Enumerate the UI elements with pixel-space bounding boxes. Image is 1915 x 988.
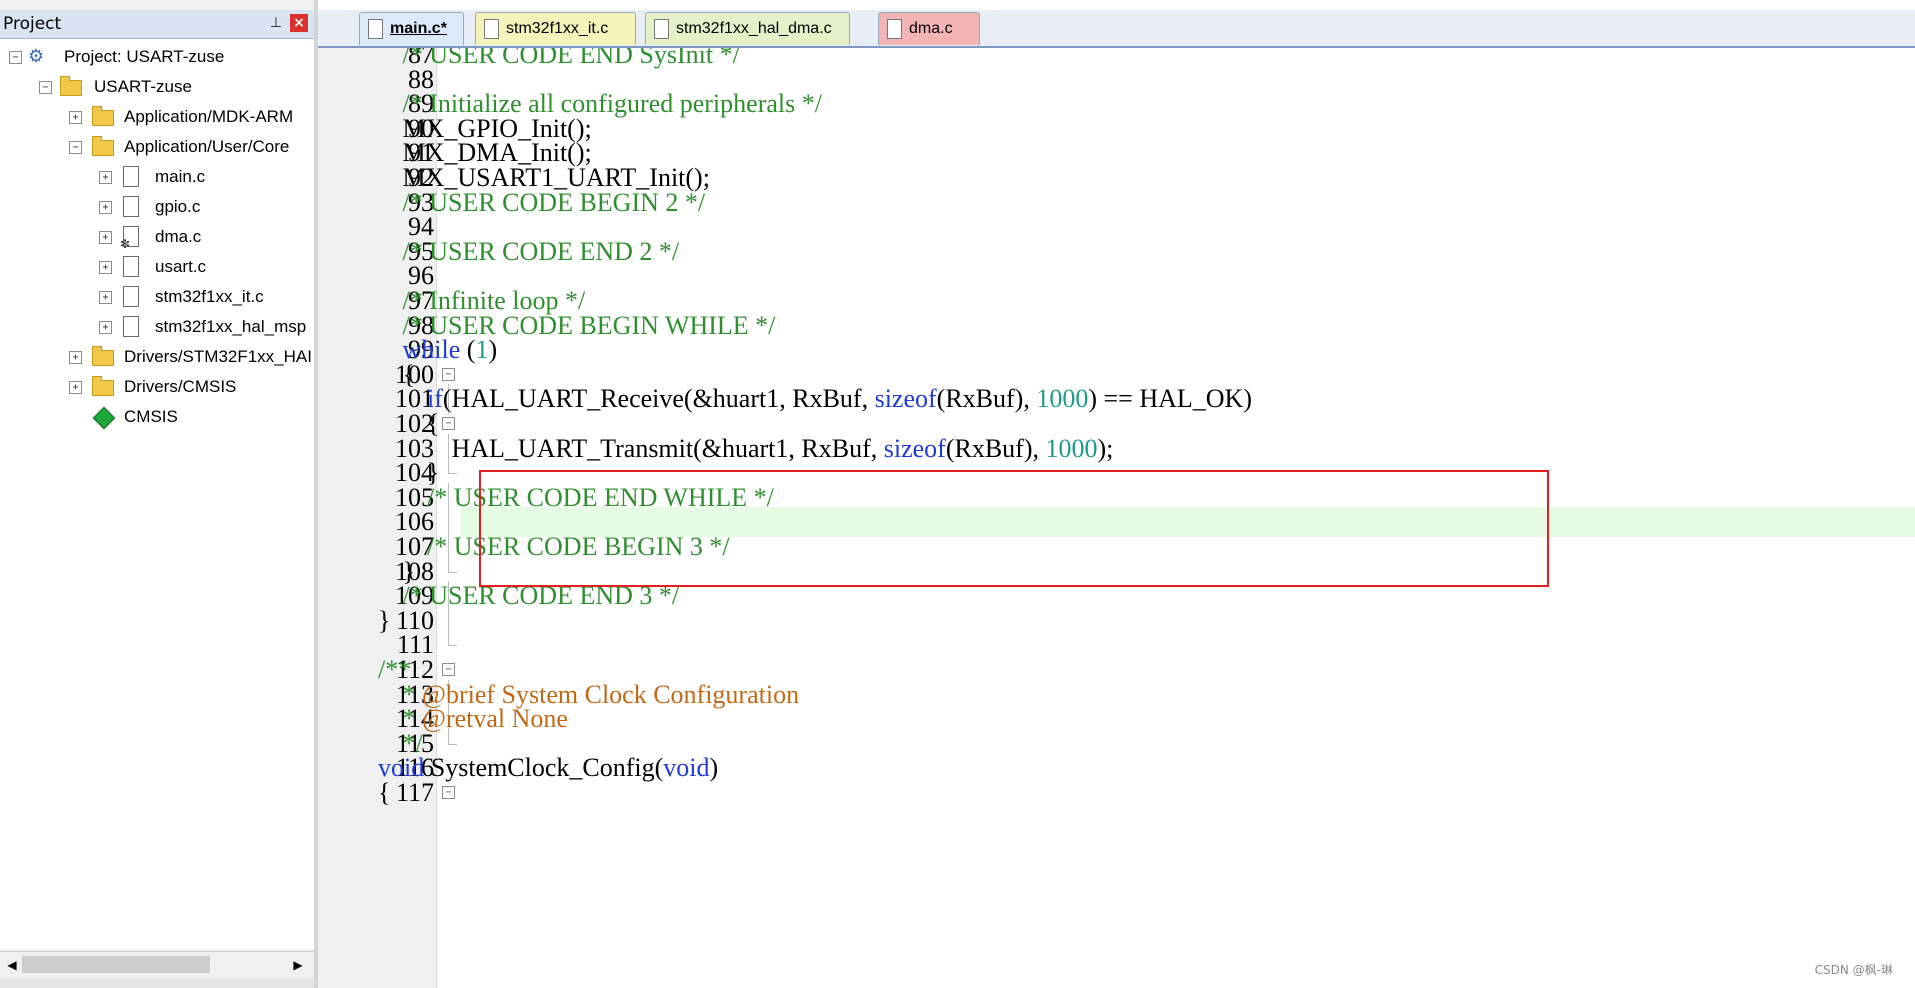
- tab-label: main.c*: [390, 20, 447, 37]
- tab-label: stm32f1xx_hal_dma.c: [676, 20, 832, 37]
- tab-stm32f1xx-it-c[interactable]: stm32f1xx_it.c: [475, 12, 636, 45]
- tree-item-label: USART-zuse: [94, 77, 192, 96]
- document-icon: [368, 19, 383, 39]
- tree-item-project[interactable]: − ⚙ Project: USART-zuse: [0, 43, 314, 73]
- close-icon[interactable]: ×: [290, 14, 308, 32]
- fold-collapse-icon[interactable]: −: [442, 663, 455, 676]
- expand-icon[interactable]: +: [99, 171, 112, 184]
- tree-item-file[interactable]: + stm32f1xx_it.c: [0, 283, 314, 313]
- watermark: CSDN @枫-琳: [1814, 963, 1893, 977]
- tree-item-component[interactable]: CMSIS: [0, 403, 314, 433]
- tab-stm32f1xx-hal-dma-c[interactable]: stm32f1xx_hal_dma.c: [645, 12, 850, 45]
- tab-label: dma.c: [909, 20, 953, 37]
- expand-icon[interactable]: +: [99, 321, 112, 334]
- tree-item-file[interactable]: + main.c: [0, 163, 314, 193]
- editor-tab-bar: main.c* stm32f1xx_it.c stm32f1xx_hal_dma…: [318, 10, 1915, 48]
- tree-item-file[interactable]: + stm32f1xx_hal_msp: [0, 313, 314, 343]
- expand-icon[interactable]: +: [99, 231, 112, 244]
- expand-icon[interactable]: +: [99, 201, 112, 214]
- fold-collapse-icon[interactable]: −: [442, 786, 455, 799]
- folder-icon: [92, 376, 114, 398]
- project-panel-header: Project ⊥ ×: [0, 10, 314, 39]
- tree-item-target[interactable]: − USART-zuse: [0, 73, 314, 103]
- collapse-icon[interactable]: −: [69, 141, 82, 154]
- project-panel: Project ⊥ × − ⚙ Project: USART-zuse − US…: [0, 0, 318, 988]
- project-panel-title: Project: [3, 14, 62, 34]
- pin-icon[interactable]: ⊥: [268, 14, 284, 32]
- tree-item-label: stm32f1xx_hal_msp: [155, 317, 307, 336]
- fold-end-marker: [448, 556, 457, 573]
- tree-item-group[interactable]: − Application/User/Core: [0, 133, 314, 163]
- expand-icon[interactable]: +: [99, 261, 112, 274]
- tree-item-file[interactable]: + usart.c: [0, 253, 314, 283]
- panel-bottom-tabs: [0, 978, 314, 988]
- scroll-left-icon[interactable]: ◀: [2, 955, 22, 975]
- tree-horizontal-scrollbar[interactable]: ◀ ▶: [0, 951, 314, 978]
- file-gear-icon: ✻: [120, 226, 142, 251]
- file-icon: [120, 256, 142, 278]
- tree-item-label: gpio.c: [155, 197, 201, 216]
- tree-item-label: main.c: [155, 167, 206, 186]
- project-icon: ⚙: [28, 46, 45, 67]
- expand-icon[interactable]: +: [69, 381, 82, 394]
- tree-item-label: Drivers/STM32F1xx_HAI: [124, 347, 312, 366]
- tree-item-group[interactable]: + Drivers/CMSIS: [0, 373, 314, 403]
- fold-end-marker: [448, 458, 457, 475]
- open-folder-icon: [92, 136, 114, 158]
- tree-item-group[interactable]: + Drivers/STM32F1xx_HAI: [0, 343, 314, 373]
- expand-icon[interactable]: +: [69, 111, 82, 124]
- expand-icon[interactable]: +: [69, 351, 82, 364]
- fold-end-marker: [448, 728, 457, 745]
- tree-item-label: dma.c: [155, 227, 202, 246]
- expand-icon[interactable]: +: [99, 291, 112, 304]
- collapse-icon[interactable]: −: [9, 51, 22, 64]
- tab-main-c[interactable]: main.c*: [359, 12, 464, 45]
- document-icon: [484, 19, 499, 39]
- fold-collapse-icon[interactable]: −: [442, 417, 455, 430]
- folder-icon: [92, 346, 114, 368]
- code-line[interactable]: 117− {: [318, 778, 1915, 808]
- tab-dma-c[interactable]: dma.c: [878, 12, 980, 45]
- tree-item-group[interactable]: + Application/MDK-ARM: [0, 103, 314, 133]
- folder-icon: [92, 106, 114, 128]
- tab-label: stm32f1xx_it.c: [506, 20, 609, 37]
- target-folder-icon: [60, 76, 82, 98]
- tree-item-label: stm32f1xx_it.c: [155, 287, 264, 306]
- fold-collapse-icon[interactable]: −: [442, 367, 455, 381]
- tree-item-label: Drivers/CMSIS: [124, 377, 237, 396]
- tree-item-label: CMSIS: [124, 407, 178, 426]
- document-icon: [654, 19, 669, 39]
- document-gear-icon: [887, 19, 902, 39]
- file-icon: [120, 316, 142, 338]
- code-text: {: [378, 778, 391, 807]
- file-icon: [120, 166, 142, 188]
- line-number: 117: [395, 778, 434, 807]
- fold-end-marker: [448, 630, 457, 647]
- file-icon: [120, 196, 142, 218]
- file-icon: [120, 286, 142, 308]
- scrollbar-thumb[interactable]: [22, 956, 210, 973]
- scroll-right-icon[interactable]: ▶: [288, 955, 308, 975]
- tree-item-file[interactable]: + gpio.c: [0, 193, 314, 223]
- tree-item-label: Application/MDK-ARM: [124, 107, 294, 126]
- tree-item-label: usart.c: [155, 257, 207, 276]
- cmsis-diamond-icon: [92, 406, 116, 430]
- tree-item-label: Project: USART-zuse: [64, 47, 225, 66]
- tree-item-label: Application/User/Core: [124, 137, 290, 156]
- collapse-icon[interactable]: −: [39, 81, 52, 94]
- highlight-annotation-box: [479, 470, 1549, 587]
- project-tree: − ⚙ Project: USART-zuse − USART-zuse + A…: [0, 39, 314, 949]
- tree-item-file[interactable]: + ✻ dma.c: [0, 223, 314, 253]
